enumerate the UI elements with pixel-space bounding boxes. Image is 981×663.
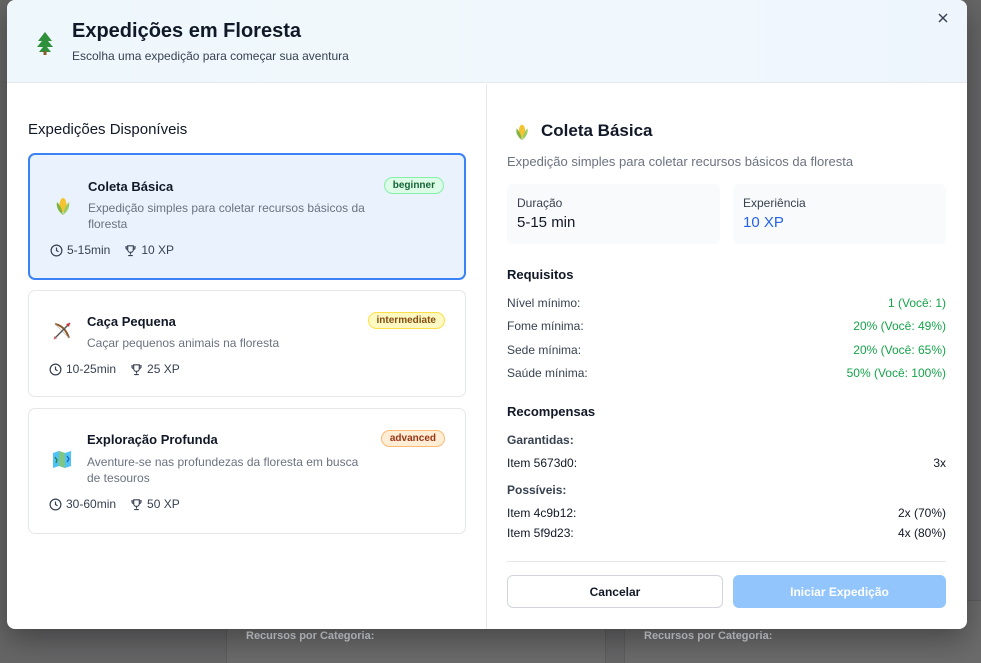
xp-info: 25 XP — [130, 362, 180, 376]
requirement-row: Sede mínima: 20% (Você: 65%) — [507, 343, 946, 357]
experience-value: 10 XP — [743, 214, 784, 231]
requirement-row: Nível mínimo: 1 (Você: 1) — [507, 296, 946, 310]
close-button[interactable] — [933, 8, 953, 28]
expedition-card-exploracao-profunda[interactable]: Exploração Profunda Aventure-se nas prof… — [28, 408, 466, 534]
requirement-row: Saúde mínima: 50% (Você: 100%) — [507, 366, 946, 380]
expedition-card-caca-pequena[interactable]: Caça Pequena Caçar pequenos animais na f… — [28, 290, 466, 397]
background-label-right: Recursos por Categoria: — [644, 630, 773, 642]
expedition-card-coleta-basica[interactable]: Coleta Básica Expedição simples para col… — [28, 153, 466, 280]
reward-row: Item 5f9d23: 4x (80%) — [507, 526, 946, 540]
xp-info: 50 XP — [130, 497, 180, 511]
reward-item: Item 4c9b12: — [507, 506, 577, 520]
expedition-description: Caçar pequenos animais na floresta — [87, 336, 280, 350]
reward-item: Item 5673d0: — [507, 456, 578, 470]
reward-item: Item 5f9d23: — [507, 526, 574, 540]
expedition-meta: 10-25min 25 XP — [49, 362, 194, 376]
modal-subtitle: Escolha uma expedição para começar sua a… — [72, 49, 349, 63]
expedition-name: Coleta Básica — [88, 179, 174, 194]
expedition-meta: 5-15min 10 XP — [50, 243, 188, 257]
requirement-value: 50% (Você: 100%) — [846, 366, 946, 380]
difficulty-badge: intermediate — [367, 312, 445, 329]
expedition-detail-panel: Coleta Básica Expedição simples para col… — [488, 84, 967, 629]
guaranteed-label: Garantidas: — [507, 433, 574, 447]
close-icon — [938, 13, 948, 23]
experience-label: Experiência — [743, 196, 806, 210]
reward-qty: 4x (80%) — [897, 526, 946, 540]
experience-stat: Experiência 10 XP — [733, 184, 946, 244]
xp-info: 10 XP — [124, 243, 174, 257]
modal-title: Expedições em Floresta — [72, 20, 301, 42]
modal-header: Expedições em Floresta Escolha uma exped… — [7, 0, 967, 83]
duration-text: 30-60min — [66, 497, 117, 511]
rewards-title: Recompensas — [507, 404, 596, 419]
background-label-left: Recursos por Categoria: — [246, 630, 375, 642]
duration-info: 30-60min — [49, 497, 116, 511]
cancel-button[interactable]: Cancelar — [507, 575, 723, 608]
map-icon — [53, 451, 71, 468]
requirement-row: Fome mínima: 20% (Você: 49%) — [507, 319, 946, 333]
requirement-value: 20% (Você: 49%) — [853, 319, 946, 333]
requirement-label: Sede mínima: — [507, 343, 582, 357]
pine-tree-icon — [37, 32, 53, 55]
xp-text: 25 XP — [147, 362, 180, 376]
trophy-icon — [125, 244, 137, 256]
duration-info: 5-15min — [50, 243, 110, 257]
requirements-title: Requisitos — [507, 267, 574, 282]
requirement-label: Saúde mínima: — [507, 366, 588, 380]
duration-info: 10-25min — [49, 362, 116, 376]
duration-label: Duração — [517, 196, 563, 210]
bow-arrow-icon — [53, 322, 71, 340]
clock-icon — [49, 498, 62, 510]
corn-icon — [56, 198, 70, 215]
detail-title: Coleta Básica — [541, 121, 653, 140]
trophy-icon — [131, 363, 142, 375]
expedition-description: Aventure-se nas profundezas da floresta … — [87, 455, 359, 485]
expedition-name: Exploração Profunda — [87, 432, 218, 447]
requirement-label: Nível mínimo: — [507, 296, 581, 310]
duration-text: 5-15min — [67, 243, 111, 257]
divider — [507, 561, 946, 562]
expedition-name: Caça Pequena — [87, 314, 176, 329]
reward-row: Item 5673d0: 3x — [507, 456, 946, 470]
expedition-description: Expedição simples para coletar recursos … — [88, 201, 365, 231]
corn-icon — [516, 124, 528, 141]
list-title: Expedições Disponíveis — [28, 121, 188, 138]
expedition-list-panel: Expedições Disponíveis Coleta Básica Exp… — [7, 84, 487, 629]
trophy-icon — [131, 498, 142, 510]
duration-value: 5-15 min — [517, 214, 576, 231]
start-expedition-button[interactable]: Iniciar Expedição — [733, 575, 946, 608]
xp-text: 50 XP — [147, 497, 180, 511]
duration-text: 10-25min — [66, 362, 117, 376]
difficulty-badge: beginner — [383, 177, 444, 194]
expedition-modal: Expedições em Floresta Escolha uma exped… — [7, 0, 967, 629]
reward-row: Item 4c9b12: 2x (70%) — [507, 506, 946, 520]
requirement-value: 20% (Você: 65%) — [853, 343, 946, 357]
clock-icon — [50, 244, 63, 256]
reward-qty: 3x — [933, 456, 946, 470]
expedition-meta: 30-60min 50 XP — [49, 497, 194, 511]
clock-icon — [49, 363, 62, 375]
difficulty-badge: advanced — [380, 430, 445, 447]
reward-qty: 2x (70%) — [897, 506, 946, 520]
possible-label: Possíveis: — [507, 483, 567, 497]
xp-text: 10 XP — [141, 243, 175, 257]
requirement-label: Fome mínima: — [507, 319, 584, 333]
duration-stat: Duração 5-15 min — [507, 184, 720, 244]
requirement-value: 1 (Você: 1) — [887, 296, 946, 310]
detail-description: Expedição simples para coletar recursos … — [507, 154, 854, 169]
